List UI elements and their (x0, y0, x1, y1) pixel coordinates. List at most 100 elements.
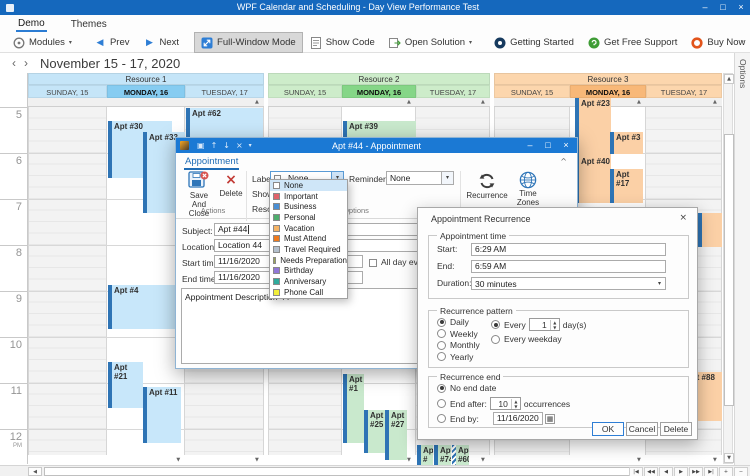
cancel-button[interactable]: Cancel (626, 422, 658, 436)
appointment[interactable]: Apt #27 (385, 410, 407, 460)
label-option-vacation[interactable]: Vacation (270, 223, 347, 234)
horizontal-scrollbar-thumb[interactable] (44, 467, 640, 476)
pattern-radio-weekly[interactable]: Weekly (437, 329, 478, 339)
label-option-anniversary[interactable]: Anniversary (270, 276, 347, 287)
day-column[interactable] (28, 107, 107, 455)
day-header-tuesday-17[interactable]: TUESDAY, 17 (416, 85, 490, 98)
label-option-travel-required[interactable]: Travel Required (270, 244, 347, 255)
more-appointments-up-icon[interactable]: ▲ (481, 100, 485, 105)
getting-started-button[interactable]: Getting Started (487, 32, 581, 53)
end-by-radio[interactable]: End by: 11/16/2020 ▦ (437, 412, 555, 425)
duration-dropdown-icon[interactable]: ▾ (654, 278, 665, 289)
more-appointments-up-icon[interactable]: ▲ (407, 100, 411, 105)
time-zones-button[interactable]: Time Zones (512, 171, 544, 207)
label-option-birthday[interactable]: Birthday (270, 266, 347, 277)
recurrence-delete-button[interactable]: Delete (660, 422, 692, 436)
label-option-needs-preparation[interactable]: Needs Preparation (270, 255, 347, 266)
move-down-icon[interactable]: ↓ (223, 138, 230, 153)
appointment[interactable]: Apt #25 (364, 410, 385, 453)
pattern-radio-daily[interactable]: Daily (437, 317, 469, 327)
appointment[interactable]: Apt #39 (343, 121, 416, 137)
next-button[interactable]: ▶Next (136, 32, 186, 53)
more-appointments-down-icon[interactable]: ▼ (481, 458, 485, 463)
navigator-button[interactable]: − (734, 467, 748, 476)
every-days-spinner[interactable]: 1▲▼ (529, 318, 560, 331)
spin-down-icon[interactable]: ▼ (551, 325, 559, 330)
appointment[interactable]: Apt #74 (434, 445, 451, 465)
full-window-mode-button[interactable]: Full-Window Mode (194, 32, 303, 53)
navigator-button[interactable]: ◀ (659, 467, 673, 476)
day-header-tuesday-17[interactable]: TUESDAY, 17 (646, 85, 722, 98)
show-code-button[interactable]: Show Code (303, 32, 382, 53)
more-appointments-down-icon[interactable]: ▼ (176, 458, 180, 463)
navigator-button[interactable]: ▶▶ (689, 467, 703, 476)
day-header-sunday-15[interactable]: SUNDAY, 15 (494, 85, 570, 98)
appointment[interactable] (698, 213, 722, 247)
horizontal-scrollbar[interactable]: ◀ ▶ |◀◀◀◀▶▶▶▶|+− (0, 465, 750, 476)
more-appointments-up-icon[interactable]: ▲ (713, 100, 717, 105)
delete-button[interactable]: × Delete (218, 171, 244, 198)
save-icon[interactable]: ▣ (197, 138, 205, 153)
appointment[interactable]: Apt #1 (343, 374, 364, 443)
occurrences-spinner[interactable]: 10▲▼ (490, 397, 521, 410)
menu-item-demo[interactable]: Demo (16, 16, 47, 32)
date-prev-icon[interactable]: ‹ (8, 57, 20, 69)
date-picker-icon[interactable]: ▦ (545, 414, 556, 424)
open-solution-button[interactable]: Open Solution▾ (382, 32, 479, 53)
every-days-radio[interactable]: Every 1▲▼ day(s) (491, 318, 586, 331)
label-option-important[interactable]: Important (270, 191, 347, 202)
more-appointments-up-icon[interactable]: ▲ (255, 100, 259, 105)
ribbon-collapse-icon[interactable]: ^ (560, 157, 567, 166)
end-after-radio[interactable]: End after: 10▲▼ occurrences (437, 397, 570, 410)
dialog-minimize-button[interactable]: – (521, 138, 539, 153)
recurrence-button[interactable]: Recurrence (464, 171, 510, 200)
more-appointments-down-icon[interactable]: ▼ (407, 458, 411, 463)
duration-combobox[interactable]: 30 minutes ▾ (471, 277, 666, 290)
all-day-area[interactable] (268, 98, 490, 107)
day-header-monday-16[interactable]: MONDAY, 16 (342, 85, 416, 98)
modules-button[interactable]: Modules▾ (6, 32, 79, 53)
menu-item-themes[interactable]: Themes (69, 17, 109, 31)
dropdown-icon[interactable]: ▾ (249, 138, 252, 153)
dialog-maximize-button[interactable]: □ (539, 138, 557, 153)
tab-appointment[interactable]: Appointment (184, 156, 239, 170)
scroll-up-icon[interactable]: ▲ (724, 74, 734, 84)
reminder-combobox-dropdown-icon[interactable]: ▾ (441, 172, 453, 184)
more-appointments-down-icon[interactable]: ▼ (713, 458, 717, 463)
label-option-phone-call[interactable]: Phone Call (270, 287, 347, 298)
prev-button[interactable]: ◀Prev (87, 32, 137, 53)
move-up-icon[interactable]: ↑ (211, 138, 218, 153)
appointment[interactable]: Apt #17 (610, 169, 643, 203)
appointment-dialog-titlebar[interactable]: ▣ ↑ ↓ × ▾ Apt #44 - Appointment – □ × (176, 138, 577, 153)
day-header-monday-16[interactable]: MONDAY, 16 (107, 85, 186, 98)
label-option-business[interactable]: Business (270, 201, 347, 212)
more-appointments-up-icon[interactable]: ▲ (637, 100, 641, 105)
recurrence-start-input[interactable]: 6:29 AM (471, 243, 666, 256)
appointment[interactable]: Apt #3 (610, 132, 643, 154)
pattern-radio-monthly[interactable]: Monthly (437, 340, 480, 350)
vertical-scrollbar[interactable]: ▲ ▼ (723, 73, 733, 464)
navigator-button[interactable]: ▶ (674, 467, 688, 476)
close-icon[interactable]: × (236, 138, 243, 153)
dialog-close-button[interactable]: × (557, 138, 575, 153)
more-appointments-down-icon[interactable]: ▼ (255, 458, 259, 463)
appointment[interactable]: Apt #40 (575, 156, 611, 203)
label-option-personal[interactable]: Personal (270, 212, 347, 223)
more-appointments-down-icon[interactable]: ▼ (637, 458, 641, 463)
ok-button[interactable]: OK (592, 422, 624, 436)
options-panel-collapsed[interactable]: Options (734, 53, 750, 476)
recurrence-close-icon[interactable]: × (679, 213, 687, 223)
date-next-icon[interactable]: › (20, 57, 32, 69)
label-option-none[interactable]: None (270, 180, 347, 191)
vertical-scrollbar-thumb[interactable] (724, 134, 734, 406)
appointment[interactable]: Apt #4 (108, 285, 185, 329)
appointment[interactable]: Apt #60 (452, 445, 469, 465)
no-end-date-radio[interactable]: No end date (437, 383, 496, 393)
spin-down-icon[interactable]: ▼ (512, 404, 520, 409)
reminder-combobox[interactable]: None ▾ (386, 171, 454, 185)
label-option-must-attend[interactable]: Must Attend (270, 233, 347, 244)
every-weekday-radio[interactable]: Every weekday (491, 334, 562, 344)
scroll-down-icon[interactable]: ▼ (724, 453, 734, 463)
navigator-button[interactable]: ◀◀ (644, 467, 658, 476)
minimize-button[interactable]: – (696, 0, 714, 15)
